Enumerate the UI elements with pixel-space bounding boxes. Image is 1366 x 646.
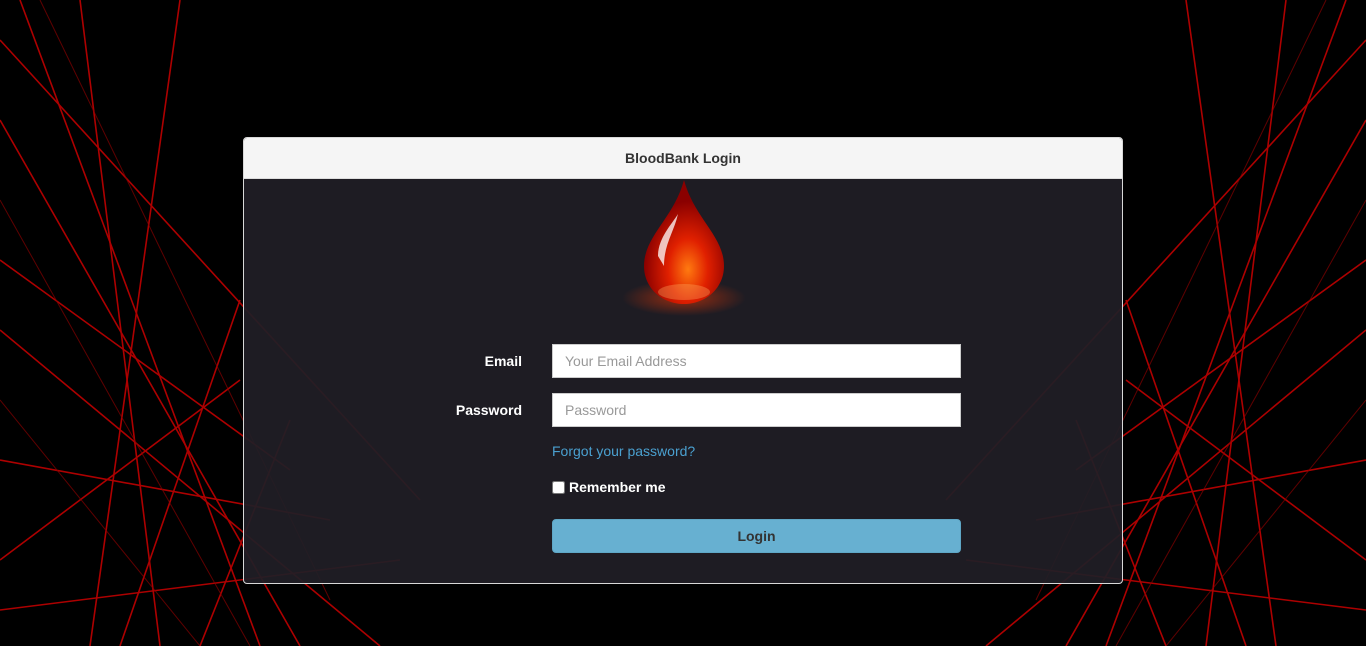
forgot-password-link[interactable]: Forgot your password? xyxy=(552,443,695,459)
password-row: Password xyxy=(244,393,1122,427)
blood-drop-icon xyxy=(622,180,746,316)
email-row: Email xyxy=(244,344,1122,378)
remember-me-checkbox[interactable] xyxy=(552,480,565,494)
panel-title: BloodBank Login xyxy=(244,138,1122,179)
login-panel: BloodBank Login Email Password Forgot yo… xyxy=(243,137,1123,584)
email-label: Email xyxy=(484,353,522,369)
remember-me[interactable]: Remember me xyxy=(552,479,666,495)
password-input[interactable] xyxy=(552,393,961,427)
email-input[interactable] xyxy=(552,344,961,378)
password-label: Password xyxy=(455,402,522,418)
remember-me-label: Remember me xyxy=(569,479,666,495)
login-button[interactable]: Login xyxy=(552,519,961,553)
